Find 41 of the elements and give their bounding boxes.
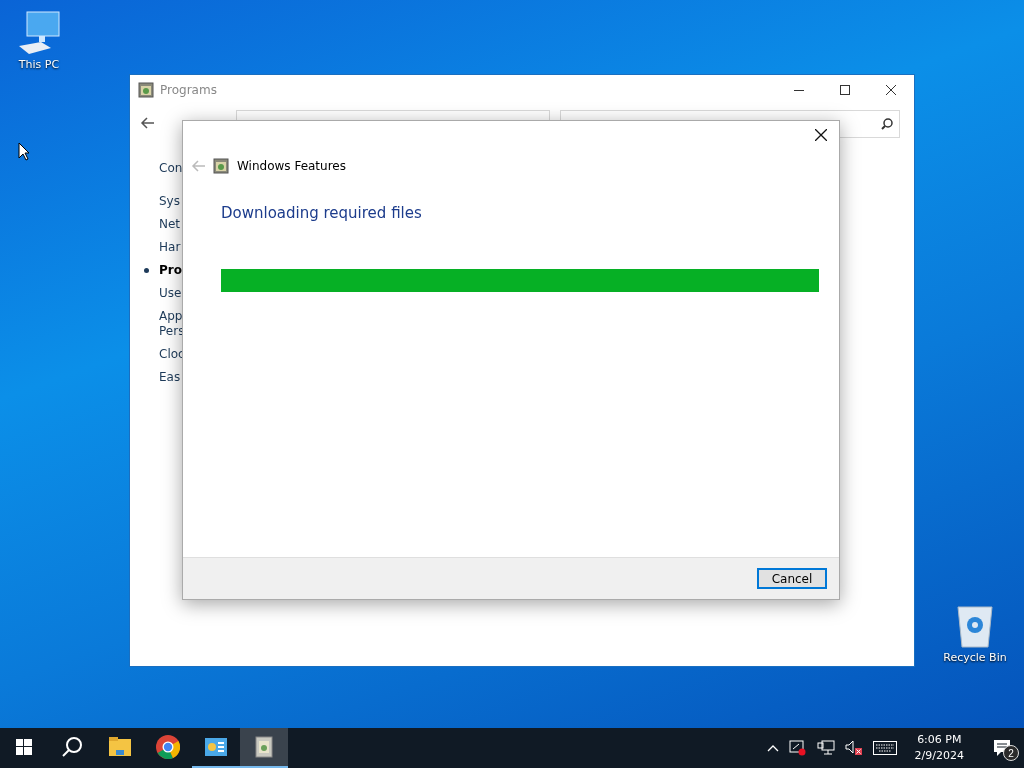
dialog-title: Windows Features	[237, 159, 346, 173]
sidebar-item[interactable]: Sys	[159, 194, 180, 209]
muted-speaker-icon[interactable]	[842, 740, 865, 756]
close-icon	[815, 129, 827, 141]
back-arrow-icon[interactable]	[140, 117, 154, 129]
folder-icon	[109, 737, 131, 757]
desktop-icon-label[interactable]: This PC	[18, 58, 60, 71]
dialog-heading: Downloading required files	[221, 204, 423, 222]
bullet-icon	[144, 268, 149, 273]
search-icon	[61, 736, 83, 758]
sidebar-item[interactable]: Use	[159, 286, 182, 301]
maximize-icon	[840, 85, 850, 95]
window-title: Programs	[160, 83, 217, 97]
mouse-cursor-icon	[18, 142, 30, 161]
clock[interactable]: 6:06 PM 2/9/2024	[904, 732, 974, 764]
sidebar-item[interactable]: Net	[159, 217, 181, 232]
cancel-button[interactable]: Cancel	[757, 568, 827, 589]
sidebar-item[interactable]: Pro	[159, 263, 182, 278]
windows-features-icon	[255, 736, 273, 758]
clock-date: 2/9/2024	[914, 748, 964, 764]
control-panel-icon	[205, 738, 227, 756]
desktop-icon-label[interactable]: Recycle Bin	[943, 651, 1007, 664]
monitor-icon[interactable]	[814, 740, 837, 756]
notification-count: 2	[1003, 745, 1019, 761]
minimize-icon	[794, 89, 804, 91]
keyboard-icon[interactable]	[870, 741, 899, 755]
taskbar-button[interactable]	[240, 728, 288, 768]
search-icon	[881, 118, 893, 130]
clock-time: 6:06 PM	[917, 732, 962, 748]
windows-features-icon	[213, 158, 229, 174]
chrome-icon	[156, 735, 180, 759]
close-button[interactable]	[813, 127, 829, 143]
window-icon	[138, 82, 154, 98]
sidebar-item[interactable]: Eas	[159, 370, 181, 385]
notifications-button[interactable]: 2	[980, 728, 1024, 768]
close-icon	[886, 85, 896, 95]
sidebar-item[interactable]: Con	[159, 161, 183, 176]
windows-logo-icon	[16, 739, 32, 755]
computer-icon	[17, 10, 61, 56]
sidebar-item[interactable]: Har	[159, 240, 181, 255]
recycle-bin-icon	[955, 603, 995, 649]
